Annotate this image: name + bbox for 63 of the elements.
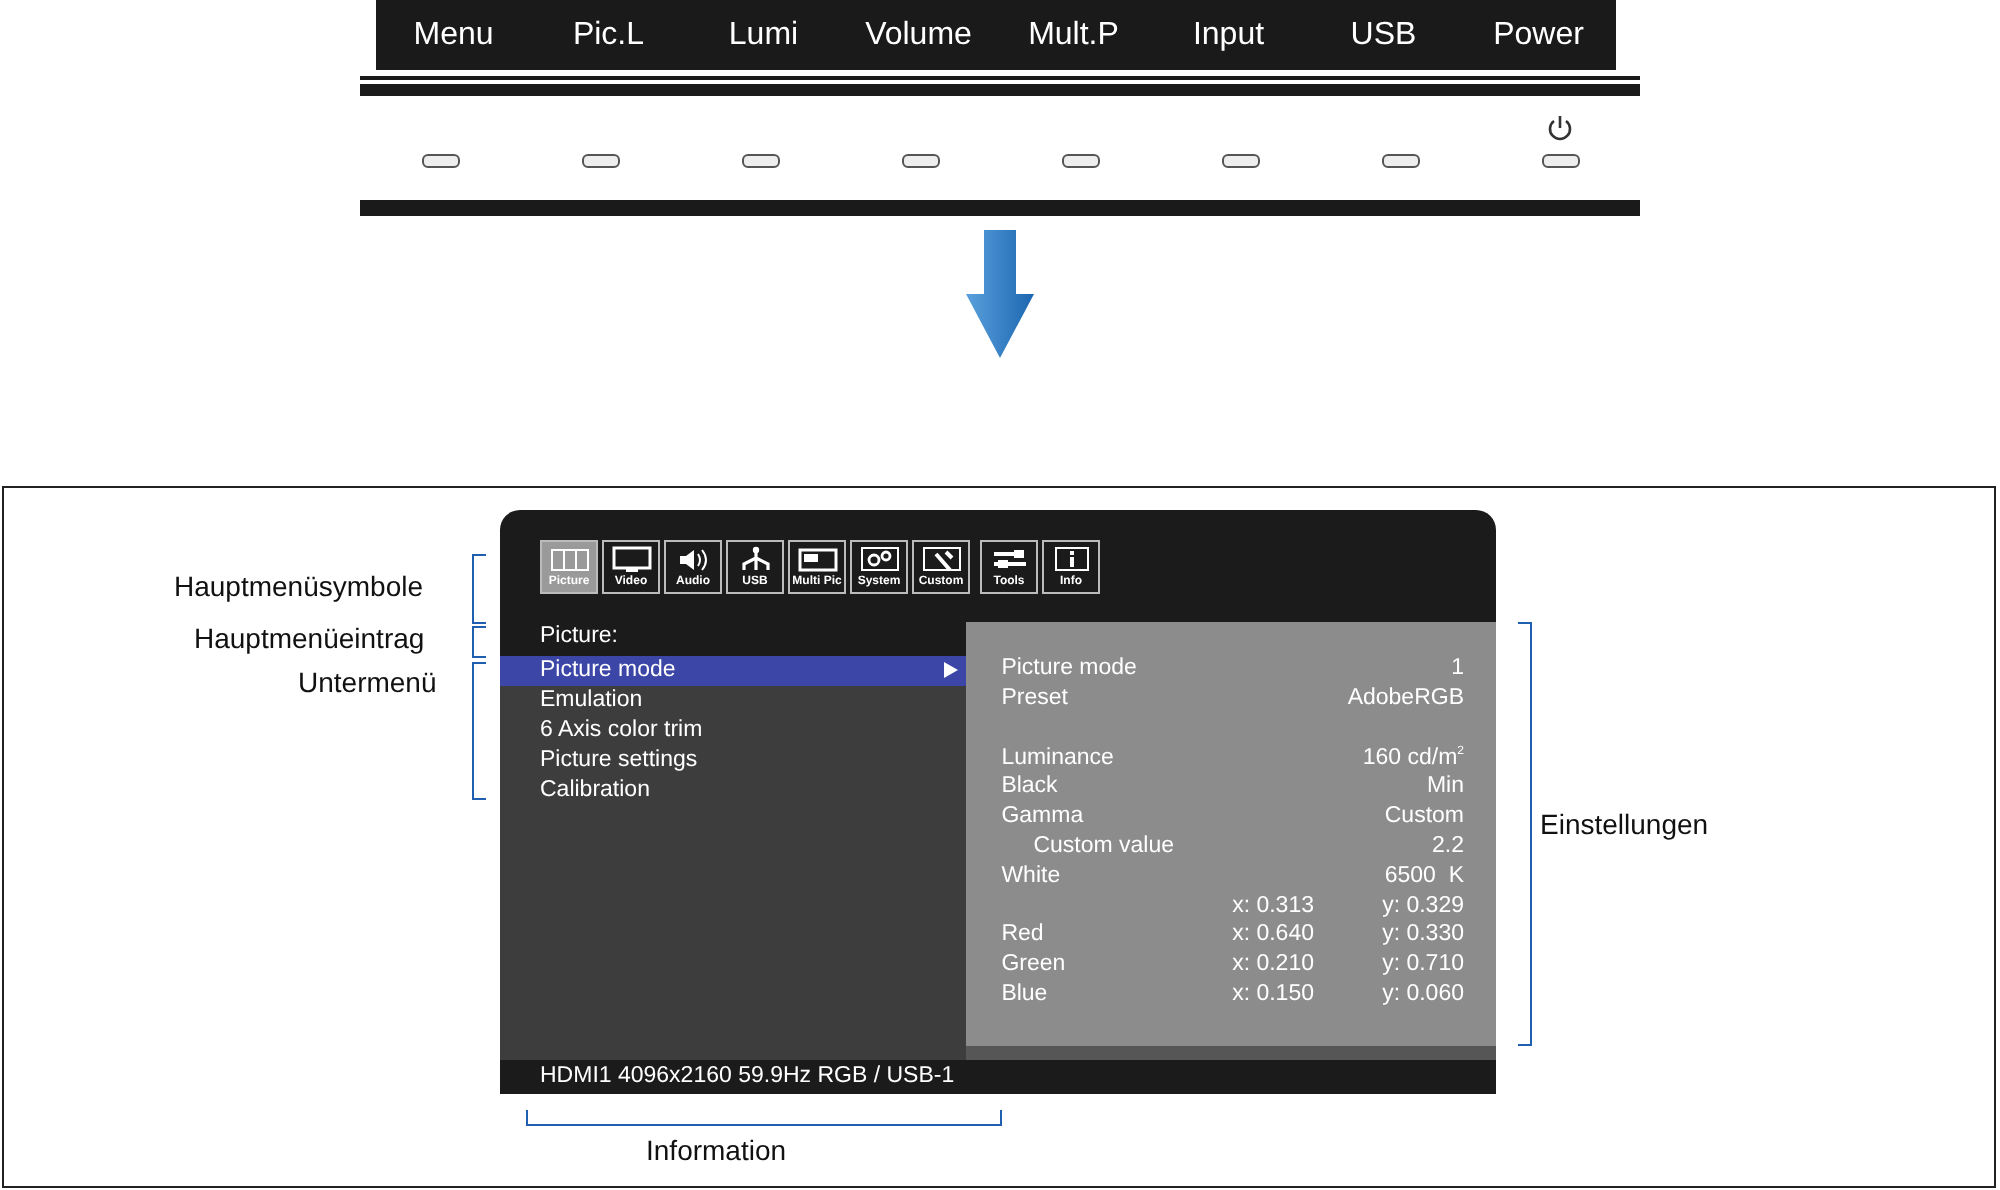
submenu-item[interactable]: Picture mode bbox=[500, 656, 966, 686]
setting-label: Picture mode bbox=[1001, 654, 1139, 684]
bezel-button[interactable] bbox=[901, 154, 939, 168]
key-label: Pic.L bbox=[572, 17, 645, 53]
setting-label: Gamma bbox=[1001, 802, 1086, 832]
down-arrow-icon bbox=[966, 230, 1034, 358]
setting-label: White bbox=[1001, 861, 1063, 892]
annotation-label: Untermenü bbox=[298, 666, 437, 698]
bezel-button[interactable] bbox=[421, 154, 459, 168]
setting-value: 1 bbox=[1449, 654, 1464, 684]
setting-value: AdobeRGB bbox=[1345, 683, 1464, 714]
setting-label: Blue bbox=[1001, 979, 1050, 1010]
key-label: Input bbox=[1192, 17, 1265, 53]
gears-icon bbox=[857, 545, 901, 573]
annotation-label: Hauptmenüsymbole bbox=[174, 570, 424, 602]
bezel-button[interactable] bbox=[1381, 154, 1419, 168]
setting-value: y: 0.330 bbox=[1380, 920, 1464, 951]
setting-label: Green bbox=[1001, 950, 1068, 980]
setting-value: 2.2 bbox=[1430, 831, 1464, 862]
bezel-button[interactable] bbox=[581, 154, 619, 168]
bezel-button[interactable] bbox=[1541, 154, 1579, 168]
section-title: Picture: bbox=[538, 622, 620, 652]
key-label: Volume bbox=[865, 17, 972, 53]
power-icon bbox=[1546, 114, 1574, 142]
bezel-button[interactable] bbox=[1221, 154, 1259, 168]
setting-value: y: 0.710 bbox=[1380, 950, 1464, 980]
bezel-button[interactable] bbox=[1061, 154, 1099, 168]
setting-value: x: 0.150 bbox=[1230, 979, 1314, 1010]
submenu-item[interactable]: Calibration bbox=[500, 776, 966, 806]
bezel-button[interactable] bbox=[741, 154, 779, 168]
setting-value: x: 0.640 bbox=[1230, 920, 1314, 951]
setting-value: y: 0.060 bbox=[1380, 979, 1464, 1010]
annotation-label: Information bbox=[646, 1134, 787, 1166]
setting-value: x: 0.313 bbox=[1230, 891, 1314, 921]
key-label: Menu bbox=[413, 17, 494, 53]
status-info: HDMI1 4096x2160 59.9Hz RGB / USB-1 bbox=[538, 1062, 957, 1092]
setting-value: Min bbox=[1424, 772, 1464, 803]
monitor-icon bbox=[609, 545, 653, 573]
setting-value: x: 0.210 bbox=[1230, 950, 1314, 980]
window-icon bbox=[795, 545, 839, 573]
setting-label: Red bbox=[1001, 920, 1046, 951]
wrench-icon bbox=[919, 545, 963, 573]
setting-value: y: 0.329 bbox=[1380, 891, 1464, 921]
info-icon bbox=[1049, 545, 1093, 573]
annotation-label: Einstellungen bbox=[1540, 808, 1709, 840]
setting-value: Custom bbox=[1382, 802, 1464, 832]
setting-label: Black bbox=[1001, 772, 1060, 803]
key-label: Mult.P bbox=[1028, 17, 1119, 53]
key-label: Power bbox=[1493, 17, 1584, 53]
setting-label: Preset bbox=[1001, 683, 1070, 714]
setting-value: 160 cd/m$^{2}$ bbox=[1360, 743, 1464, 773]
annotation-label: Hauptmenüeintrag bbox=[194, 622, 425, 654]
grid-icon bbox=[547, 545, 591, 573]
submenu-item[interactable]: Emulation bbox=[500, 686, 966, 716]
setting-label: Custom value bbox=[1031, 831, 1174, 862]
submenu-item[interactable]: Picture settings bbox=[500, 746, 966, 776]
bracket bbox=[472, 662, 486, 800]
setting-value: 6500 K bbox=[1382, 861, 1464, 892]
submenu-item[interactable]: 6 Axis color trim bbox=[500, 716, 966, 746]
key-label: Lumi bbox=[728, 17, 799, 53]
setting-label: Luminance bbox=[1001, 743, 1116, 773]
arrow-icon bbox=[943, 662, 958, 678]
key-label: USB bbox=[1350, 17, 1417, 53]
